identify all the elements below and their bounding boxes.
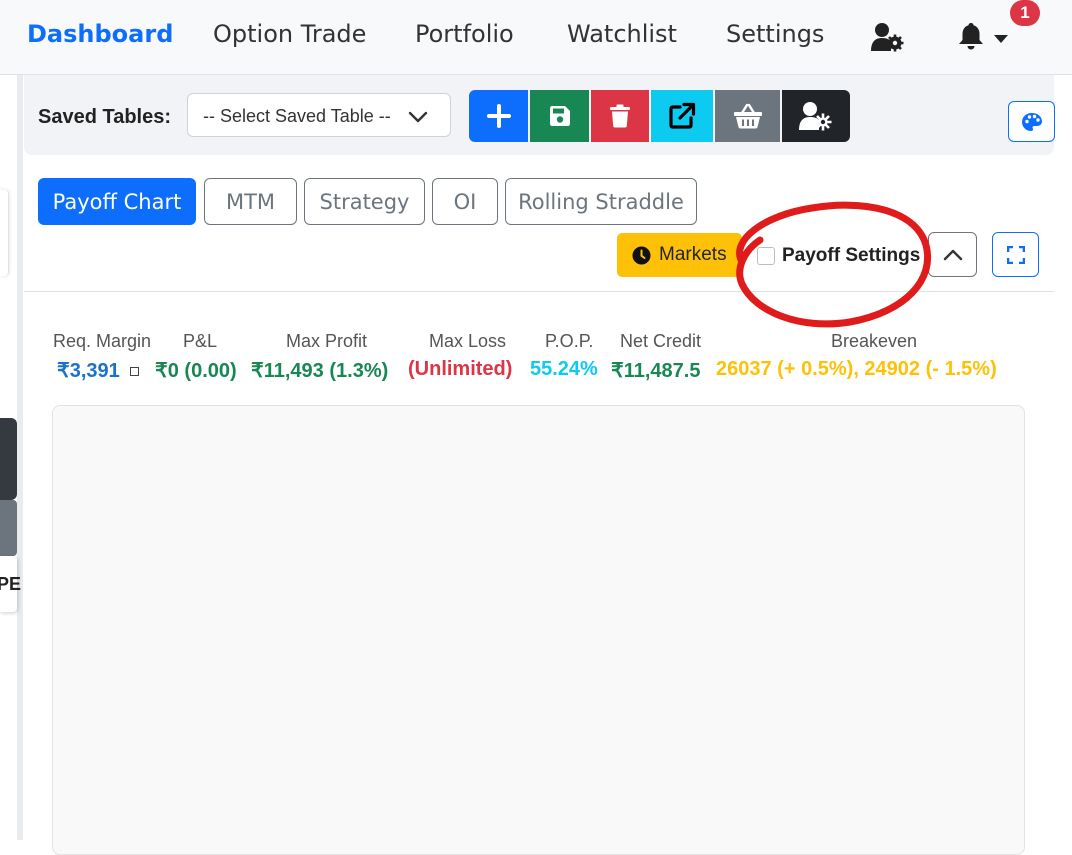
theme-palette-button[interactable]	[1008, 101, 1055, 142]
sidebar-divider	[17, 75, 23, 840]
payoff-chart-area[interactable]	[52, 405, 1025, 855]
user-settings-button[interactable]	[782, 90, 850, 142]
bell-icon[interactable]	[958, 22, 984, 55]
stat-value-max-loss: (Unlimited)	[408, 358, 513, 380]
plus-icon	[486, 104, 511, 128]
sidebar-dark-button[interactable]	[0, 418, 17, 500]
top-navbar: Dashboard Option Trade Portfolio Watchli…	[0, 0, 1072, 75]
sidebar-card[interactable]	[0, 190, 9, 276]
nav-option-trade[interactable]: Option Trade	[213, 20, 366, 48]
expand-icon	[1006, 245, 1025, 264]
tab-oi[interactable]: OI	[432, 178, 498, 225]
user-gear-icon[interactable]	[871, 22, 905, 57]
tab-strategy[interactable]: Strategy	[304, 178, 425, 225]
stat-label-pnl: P&L	[183, 331, 218, 351]
stat-label-net-credit: Net Credit	[620, 331, 702, 351]
floppy-disk-icon	[549, 106, 570, 126]
stat-value-max-profit: ₹11,493 (1.3%)	[251, 360, 389, 382]
stat-label-pop: P.O.P.	[545, 331, 594, 351]
user-gear-icon	[799, 102, 832, 131]
stat-label-breakeven: Breakeven	[831, 331, 918, 351]
tab-label: Strategy	[319, 189, 410, 214]
palette-icon	[1021, 112, 1042, 131]
collapse-button[interactable]	[928, 232, 977, 277]
tab-label: Rolling Straddle	[518, 189, 684, 214]
payoff-settings-label[interactable]: Payoff Settings	[782, 245, 920, 267]
sidebar-pe-label: PE	[0, 574, 22, 594]
sidebar-gray-button[interactable]	[0, 500, 17, 556]
payoff-settings-checkbox[interactable]	[757, 247, 775, 265]
chevron-up-icon	[943, 249, 962, 260]
clock-icon	[632, 246, 651, 264]
saved-table-select[interactable]: -- Select Saved Table --	[187, 93, 451, 137]
nav-portfolio[interactable]: Portfolio	[415, 20, 514, 48]
save-button[interactable]	[530, 90, 589, 142]
delete-button[interactable]	[591, 90, 649, 142]
stat-value-pnl: ₹0 (0.00)	[155, 360, 237, 382]
stat-value-breakeven: 26037 (+ 0.5%), 24902 (- 1.5%)	[716, 358, 997, 380]
nav-watchlist[interactable]: Watchlist	[567, 20, 677, 48]
markets-label: Markets	[659, 244, 727, 265]
tab-payoff-chart[interactable]: Payoff Chart	[38, 178, 196, 225]
stat-value-req-margin: ₹3,391	[57, 360, 120, 382]
stat-label-max-loss: Max Loss	[429, 331, 507, 351]
external-link-icon	[669, 102, 696, 129]
tab-label: MTM	[225, 189, 276, 214]
trash-icon	[610, 104, 630, 128]
fullscreen-button[interactable]	[992, 232, 1039, 277]
basket-icon	[733, 103, 762, 129]
nav-dashboard[interactable]: Dashboard	[27, 20, 173, 48]
tab-label: Payoff Chart	[52, 189, 182, 214]
saved-table-select-value: -- Select Saved Table --	[203, 106, 391, 126]
section-divider	[24, 291, 1054, 292]
add-button[interactable]	[469, 90, 528, 142]
notification-badge: 1	[1010, 0, 1040, 26]
share-button[interactable]	[651, 90, 713, 142]
saved-tables-label: Saved Tables:	[38, 106, 172, 128]
stat-value-pop: 55.24%	[530, 358, 598, 380]
tab-label: OI	[453, 189, 477, 214]
tab-mtm[interactable]: MTM	[204, 178, 297, 225]
tab-rolling-straddle[interactable]: Rolling Straddle	[505, 178, 697, 225]
basket-button[interactable]	[715, 90, 780, 142]
chevron-down-icon	[408, 108, 428, 129]
stat-value-net-credit: ₹11,487.5	[611, 360, 701, 382]
caret-down-icon[interactable]	[994, 31, 1008, 49]
stat-label-req-margin: Req. Margin	[53, 331, 152, 351]
margin-info-icon[interactable]	[130, 367, 139, 376]
markets-button[interactable]: Markets	[617, 233, 742, 277]
nav-settings[interactable]: Settings	[726, 20, 824, 48]
stat-label-max-profit: Max Profit	[286, 331, 368, 351]
